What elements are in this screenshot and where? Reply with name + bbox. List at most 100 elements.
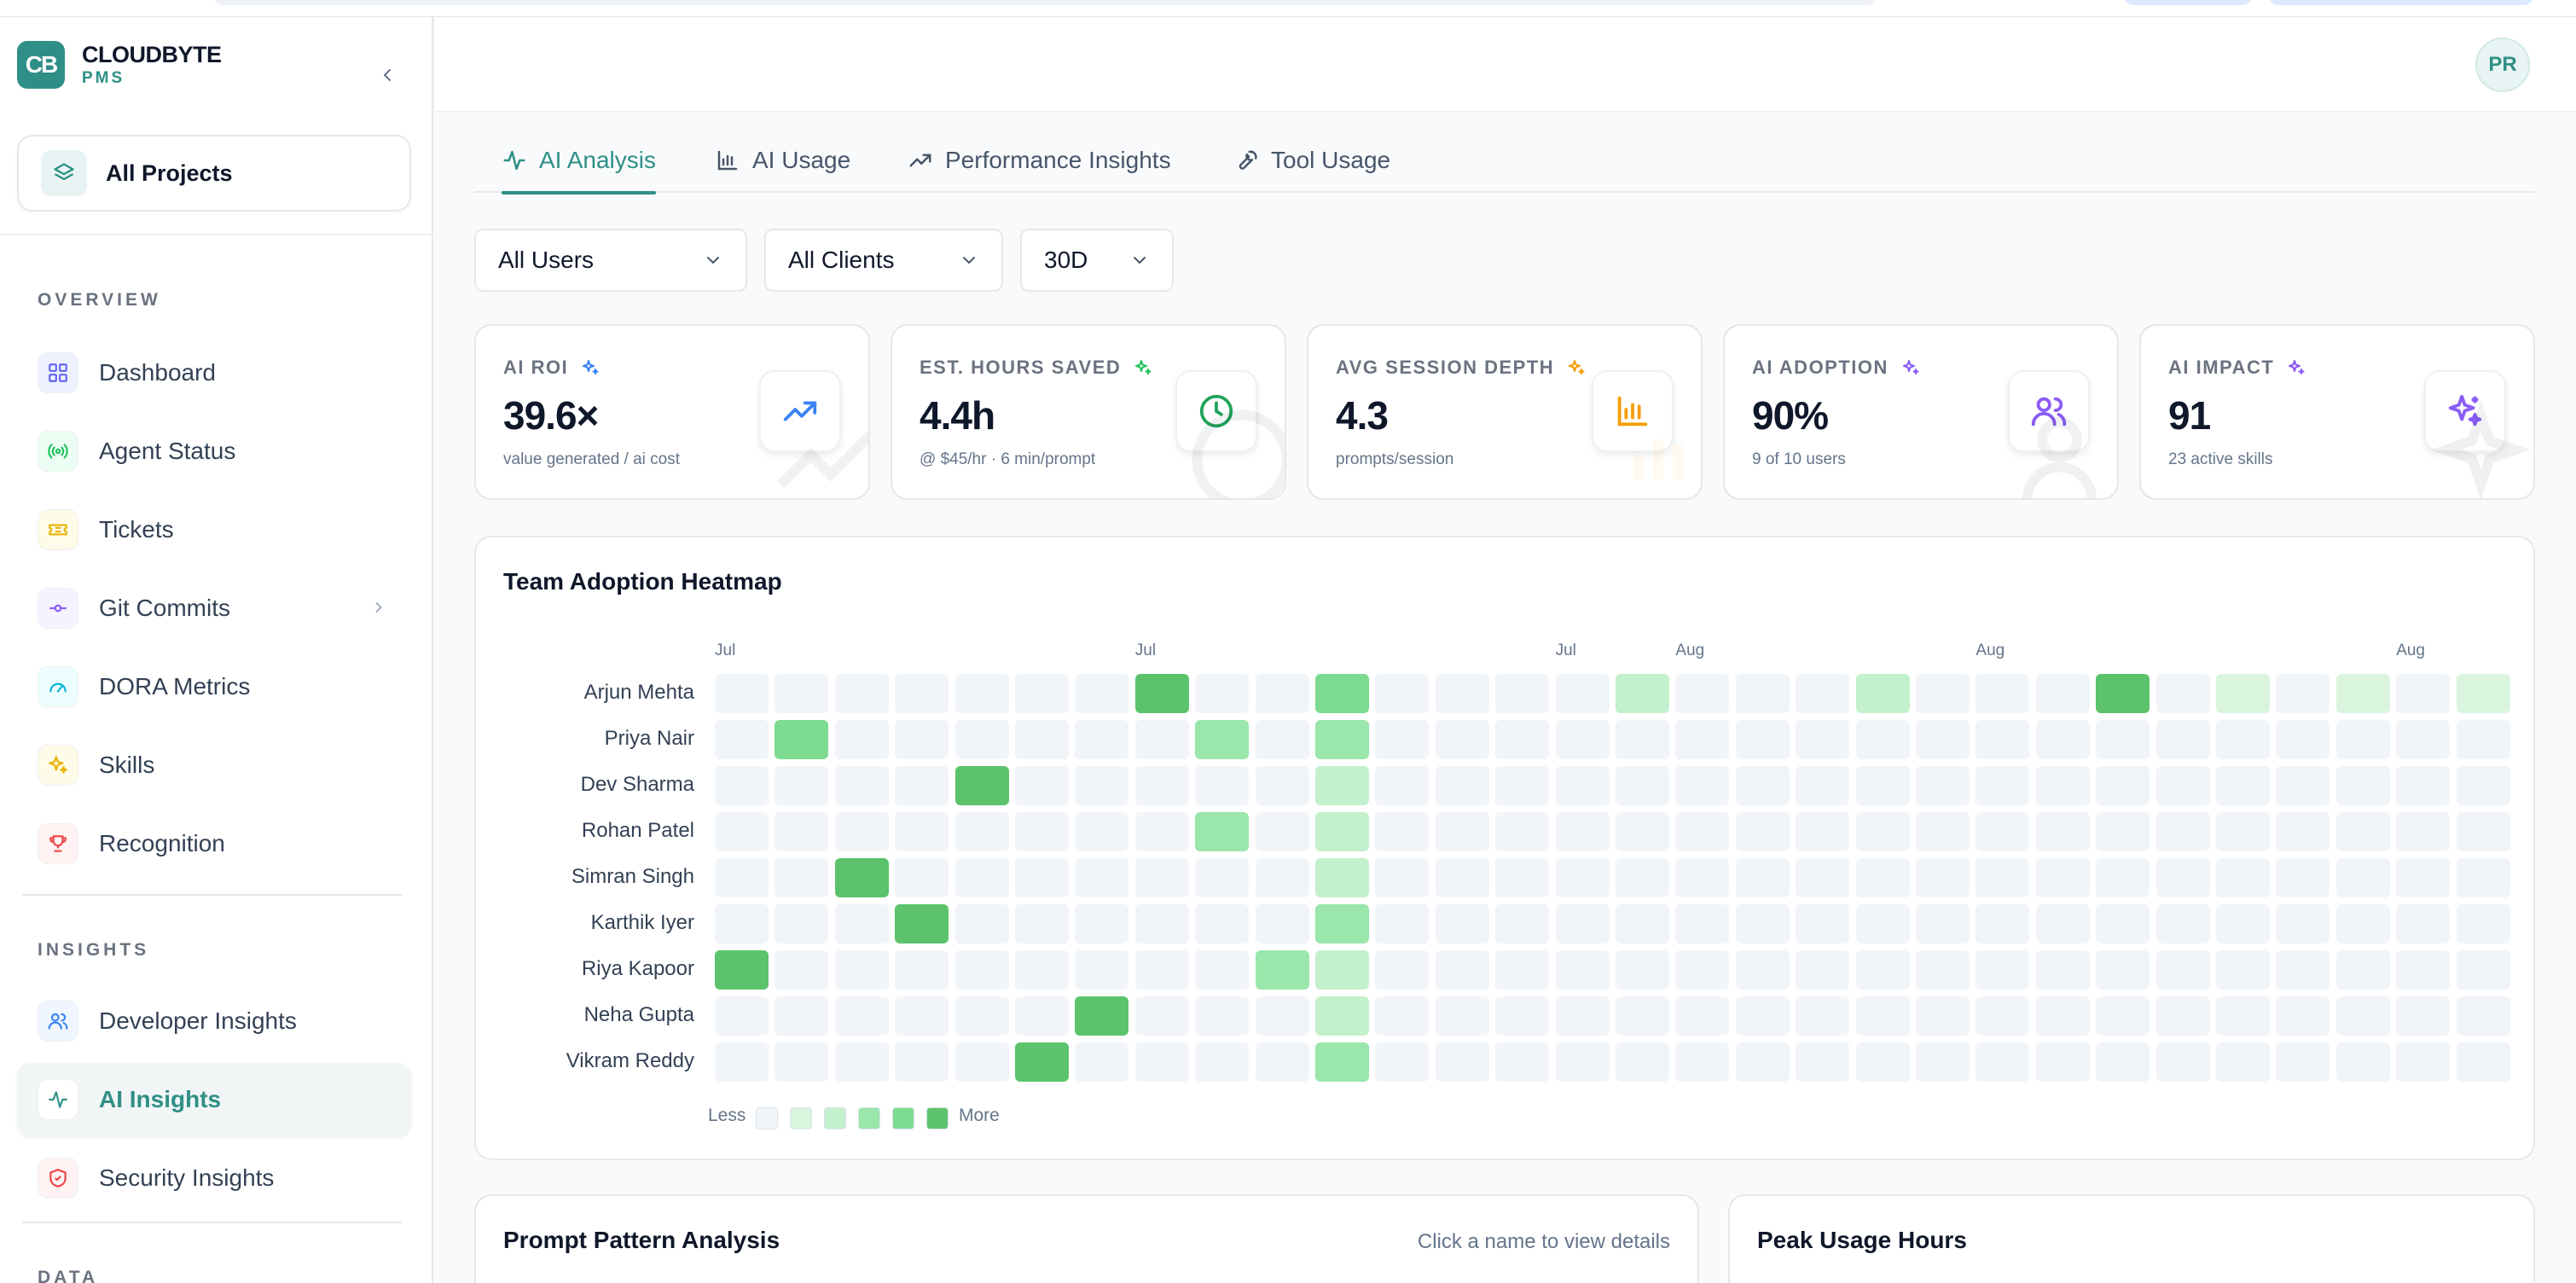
sidebar-item-skills[interactable]: Skills [17,729,411,802]
heatmap-cell[interactable] [2096,674,2150,713]
sidebar-item-git-commits[interactable]: Git Commits [17,572,411,645]
heatmap-cell[interactable] [715,904,769,943]
heatmap-cell[interactable] [1255,720,1309,759]
heatmap-cell[interactable] [1075,674,1129,713]
heatmap-cell[interactable] [895,904,949,943]
heatmap-cell[interactable] [1255,904,1309,943]
heatmap-cell[interactable] [1616,1042,1669,1082]
heatmap-cell[interactable] [1134,674,1189,713]
heatmap-cell[interactable] [1134,950,1189,990]
heatmap-cell[interactable] [1015,950,1069,990]
heatmap-cell[interactable] [1075,720,1129,759]
heatmap-cell[interactable] [1375,812,1430,851]
heatmap-cell[interactable] [1435,858,1489,897]
heatmap-cell[interactable] [2035,904,2090,943]
heatmap-cell[interactable] [1976,858,2030,897]
heatmap-cell[interactable] [2155,812,2210,851]
heatmap-cell[interactable] [1375,904,1430,943]
heatmap-cell[interactable] [1435,812,1489,851]
heatmap-cell[interactable] [1195,858,1250,897]
heatmap-cell[interactable] [1375,858,1430,897]
heatmap-cell[interactable] [1495,674,1550,713]
heatmap-cell[interactable] [1495,1042,1550,1082]
heatmap-cell[interactable] [834,950,889,990]
heatmap-cell[interactable] [1976,950,2030,990]
heatmap-cell[interactable] [1855,904,1910,943]
heatmap-cell[interactable] [954,950,1009,990]
heatmap-cell[interactable] [2096,950,2150,990]
heatmap-cell[interactable] [2456,812,2510,851]
heatmap-cell[interactable] [1616,904,1669,943]
heatmap-cell[interactable] [895,1042,949,1082]
heatmap-cell[interactable] [1735,674,1790,713]
heatmap-cell[interactable] [1315,720,1369,759]
heatmap-cell[interactable] [1796,812,1850,851]
heatmap-cell[interactable] [1855,950,1910,990]
range-filter-select[interactable]: 30D [1020,229,1174,292]
heatmap-cell[interactable] [715,674,769,713]
heatmap-cell[interactable] [2155,996,2210,1036]
heatmap-cell[interactable] [834,858,889,897]
sidebar-item-agent-status[interactable]: Agent Status [17,415,411,488]
heatmap-cell[interactable] [2456,674,2510,713]
brand[interactable]: CB CLOUDBYTE PMS [17,41,222,89]
heatmap-cell[interactable] [1916,812,1970,851]
heatmap-cell[interactable] [1855,812,1910,851]
heatmap-cell[interactable] [2216,996,2270,1036]
heatmap-cell[interactable] [2155,766,2210,805]
heatmap-cell[interactable] [1555,766,1610,805]
heatmap-cell[interactable] [1495,904,1550,943]
heatmap-cell[interactable] [2276,812,2330,851]
heatmap-cell[interactable] [1195,996,1250,1036]
heatmap-cell[interactable] [2335,674,2390,713]
heatmap-cell[interactable] [2035,1042,2090,1082]
heatmap-cell[interactable] [954,674,1009,713]
heatmap-cell[interactable] [1375,720,1430,759]
heatmap-cell[interactable] [2335,950,2390,990]
heatmap-cell[interactable] [1015,720,1069,759]
heatmap-cell[interactable] [2155,858,2210,897]
heatmap-cell[interactable] [1675,1042,1730,1082]
heatmap-cell[interactable] [1616,858,1669,897]
heatmap-cell[interactable] [1976,1042,2030,1082]
heatmap-cell[interactable] [1796,858,1850,897]
heatmap-cell[interactable] [1075,950,1129,990]
heatmap-cell[interactable] [1315,858,1369,897]
heatmap-cell[interactable] [2035,858,2090,897]
heatmap-cell[interactable] [1675,674,1730,713]
heatmap-cell[interactable] [1315,674,1369,713]
heatmap-cell[interactable] [1976,996,2030,1036]
heatmap-cell[interactable] [1075,996,1129,1036]
heatmap-cell[interactable] [2335,812,2390,851]
heatmap-cell[interactable] [715,950,769,990]
heatmap-cell[interactable] [1435,950,1489,990]
heatmap-cell[interactable] [775,1042,829,1082]
heatmap-cell[interactable] [1675,812,1730,851]
heatmap-cell[interactable] [1855,996,1910,1036]
heatmap-cell[interactable] [2335,766,2390,805]
heatmap-cell[interactable] [1735,766,1790,805]
heatmap-cell[interactable] [2216,1042,2270,1082]
heatmap-cell[interactable] [2035,812,2090,851]
heatmap-cell[interactable] [1735,858,1790,897]
heatmap-cell[interactable] [1675,950,1730,990]
heatmap-cell[interactable] [1134,858,1189,897]
tab-ai-usage[interactable]: AI Usage [715,128,850,193]
heatmap-cell[interactable] [1796,1042,1850,1082]
heatmap-cell[interactable] [895,674,949,713]
avatar[interactable]: PR [2475,38,2530,92]
heatmap-cell[interactable] [1976,766,2030,805]
heatmap-cell[interactable] [2276,996,2330,1036]
heatmap-cell[interactable] [1435,720,1489,759]
heatmap-cell[interactable] [1735,1042,1790,1082]
heatmap-cell[interactable] [954,858,1009,897]
heatmap-cell[interactable] [775,674,829,713]
heatmap-cell[interactable] [715,812,769,851]
heatmap-cell[interactable] [715,996,769,1036]
heatmap-cell[interactable] [1375,766,1430,805]
heatmap-cell[interactable] [1195,766,1250,805]
heatmap-cell[interactable] [1134,996,1189,1036]
heatmap-cell[interactable] [1855,720,1910,759]
heatmap-cell[interactable] [1375,996,1430,1036]
heatmap-cell[interactable] [2216,674,2270,713]
